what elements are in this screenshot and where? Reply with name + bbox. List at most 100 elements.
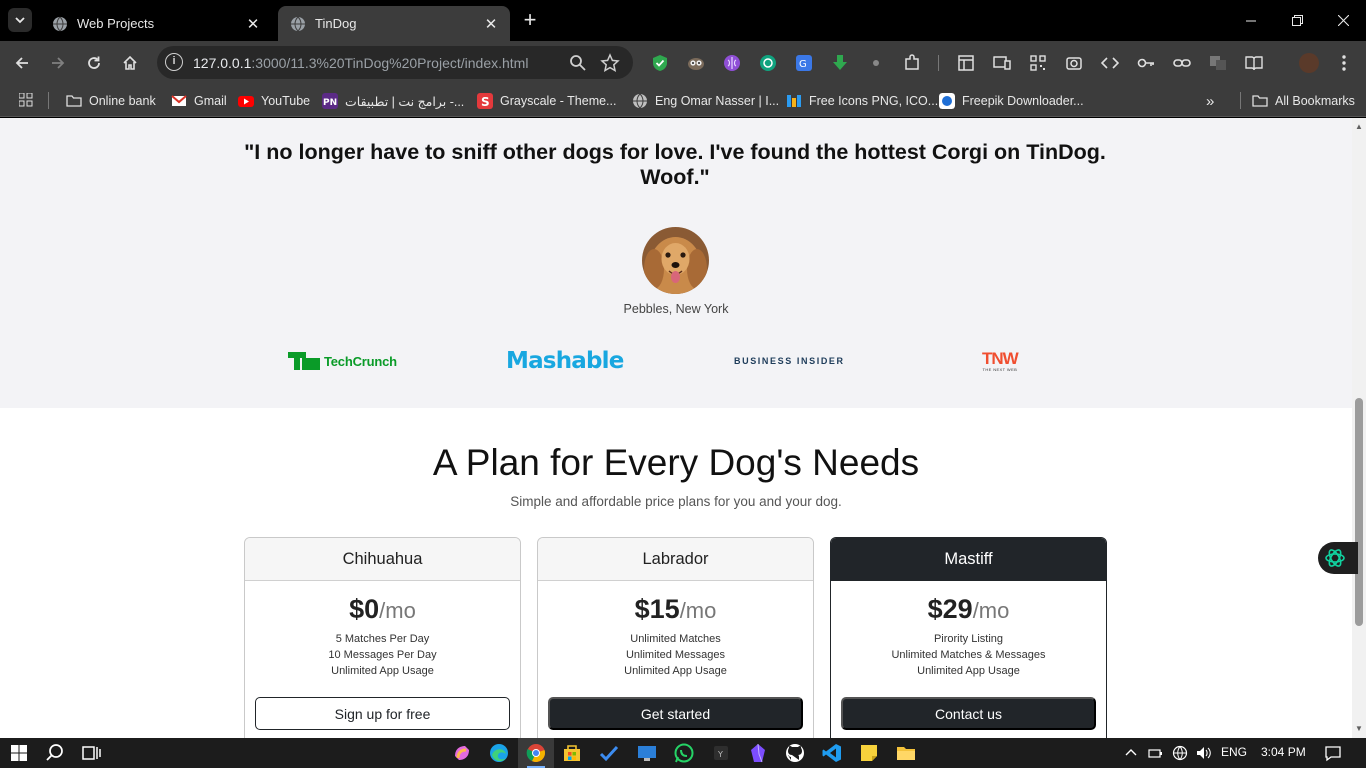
windows-start-icon[interactable]: [8, 742, 30, 764]
grayscale-icon: S: [477, 93, 493, 109]
minimize-button[interactable]: [1228, 0, 1274, 41]
bookmark-eng-omar[interactable]: Eng Omar Nasser | I...: [632, 91, 779, 111]
svg-text:S: S: [481, 95, 490, 109]
get-started-button[interactable]: Get started: [548, 697, 803, 730]
tab-tindog[interactable]: TinDog ✕: [278, 6, 510, 41]
vscode-icon[interactable]: [821, 742, 843, 764]
tab-close-button[interactable]: ✕: [244, 15, 262, 33]
owl-extension-icon[interactable]: [687, 54, 705, 72]
plan-feature: Unlimited App Usage: [917, 665, 1020, 677]
mashable-logo: Mashable: [506, 348, 624, 374]
shield-extension-icon[interactable]: [651, 54, 669, 72]
todo-icon[interactable]: [598, 742, 620, 764]
new-tab-button[interactable]: +: [518, 9, 542, 33]
translate-page-icon[interactable]: [1209, 54, 1227, 72]
svg-text:G: G: [799, 59, 807, 70]
store-icon[interactable]: [561, 742, 583, 764]
close-window-button[interactable]: [1320, 0, 1366, 41]
plan-feature: Unlimited Matches & Messages: [891, 649, 1046, 661]
all-bookmarks-button[interactable]: All Bookmarks: [1252, 91, 1355, 111]
site-info-icon[interactable]: i: [165, 53, 183, 71]
copilot-icon[interactable]: [451, 742, 473, 764]
zoom-search-icon[interactable]: [568, 53, 588, 73]
puzzle-extension-icon[interactable]: [903, 54, 921, 72]
chrome-icon[interactable]: [525, 742, 547, 764]
tnw-subtitle: THE NEXT WEB: [982, 366, 1018, 372]
address-bar[interactable]: i 127.0.0.1:3000/11.3%20TinDog%20Project…: [157, 46, 633, 79]
svg-text:PN: PN: [323, 98, 337, 108]
key-icon[interactable]: [1137, 54, 1155, 72]
reading-list-icon[interactable]: [1245, 54, 1263, 72]
notifications-icon[interactable]: [1324, 744, 1342, 762]
apps-grid-icon[interactable]: [19, 93, 33, 107]
clock-time[interactable]: 3:04 PM: [1261, 745, 1306, 759]
bookmark-free-icons[interactable]: Free Icons PNG, ICO...: [786, 91, 938, 111]
forward-button[interactable]: [44, 49, 72, 77]
plan-features: 5 Matches Per Day 10 Messages Per Day Un…: [245, 631, 520, 679]
dog-avatar: [642, 227, 709, 294]
screenshot-icon[interactable]: [1065, 54, 1083, 72]
tab-web-projects[interactable]: Web Projects ✕: [40, 6, 272, 41]
file-explorer-icon[interactable]: [895, 742, 917, 764]
bookmark-gmail[interactable]: Gmail: [171, 91, 227, 111]
link-icon[interactable]: [1173, 54, 1191, 72]
tab-search-button[interactable]: [8, 8, 32, 32]
chrome-menu-button[interactable]: [1330, 49, 1358, 77]
plan-feature: 10 Messages Per Day: [328, 649, 437, 661]
tab-close-button[interactable]: ✕: [482, 15, 500, 33]
bookmark-youtube[interactable]: YouTube: [238, 91, 310, 111]
bookmarks-overflow-chevron[interactable]: »: [1206, 91, 1214, 111]
sign-up-free-button[interactable]: Sign up for free: [255, 697, 510, 730]
bookmark-baramij-net[interactable]: PN برامج نت | تطبيقات -...: [322, 91, 464, 111]
yandex-app-icon[interactable]: Y: [710, 742, 732, 764]
scrollbar-thumb[interactable]: [1355, 398, 1363, 626]
qr-code-icon[interactable]: [1029, 54, 1047, 72]
sticky-notes-icon[interactable]: [858, 742, 880, 764]
toolbar-divider: [938, 55, 939, 71]
github-icon[interactable]: [784, 742, 806, 764]
freepik-icon: [939, 93, 955, 109]
folder-icon: [1252, 95, 1268, 107]
scroll-up-arrow-icon[interactable]: ▲: [1355, 122, 1363, 131]
plan-features: Unlimited Matches Unlimited Messages Unl…: [538, 631, 813, 679]
volume-icon[interactable]: [1195, 745, 1211, 761]
back-button[interactable]: [8, 49, 36, 77]
page-scrollbar[interactable]: ▲ ▼: [1352, 118, 1366, 738]
translate-extension-icon[interactable]: G: [795, 54, 813, 72]
task-view-icon[interactable]: [80, 742, 102, 764]
bookmark-star-icon[interactable]: [600, 53, 620, 73]
network-globe-icon[interactable]: [1172, 745, 1188, 761]
input-language[interactable]: ENG: [1221, 745, 1247, 759]
windows-taskbar: Y ENG 3:04 PM: [0, 738, 1366, 768]
whatsapp-icon[interactable]: [673, 742, 695, 764]
plan-card-mastiff: Mastiff $29/mo Pirority Listing Unlimite…: [830, 537, 1107, 738]
code-icon[interactable]: [1101, 54, 1119, 72]
home-button[interactable]: [116, 49, 144, 77]
brain-extension-icon[interactable]: [723, 54, 741, 72]
chatgpt-extension-icon[interactable]: [759, 54, 777, 72]
contact-us-button[interactable]: Contact us: [841, 697, 1096, 730]
tray-chevron-up-icon[interactable]: [1125, 747, 1137, 759]
device-icon[interactable]: [993, 54, 1011, 72]
url-text[interactable]: 127.0.0.1:3000/11.3%20TinDog%20Project/i…: [193, 55, 528, 71]
scroll-down-arrow-icon[interactable]: ▼: [1355, 724, 1363, 733]
restore-button[interactable]: [1274, 0, 1320, 41]
bookmark-freepik[interactable]: Freepik Downloader...: [939, 91, 1084, 111]
reload-button[interactable]: [80, 49, 108, 77]
chatgpt-floating-button[interactable]: [1318, 542, 1358, 574]
remote-desktop-icon[interactable]: [636, 742, 658, 764]
obsidian-icon[interactable]: [747, 742, 769, 764]
download-extension-icon[interactable]: [831, 54, 849, 72]
page-viewport: "I no longer have to sniff other dogs fo…: [0, 118, 1352, 738]
plan-name: Labrador: [538, 538, 813, 581]
dot-extension-icon[interactable]: [867, 54, 885, 72]
bookmark-online-bank[interactable]: Online bank: [66, 91, 156, 111]
tab-layout-icon[interactable]: [957, 54, 975, 72]
plan-feature: 5 Matches Per Day: [335, 633, 430, 645]
profile-avatar[interactable]: [1299, 53, 1319, 73]
mashable-wordmark: Mashable: [506, 348, 624, 374]
battery-plug-icon[interactable]: [1148, 746, 1164, 760]
search-icon[interactable]: [44, 742, 66, 764]
edge-icon[interactable]: [488, 742, 510, 764]
bookmark-grayscale[interactable]: S Grayscale - Theme...: [477, 91, 616, 111]
